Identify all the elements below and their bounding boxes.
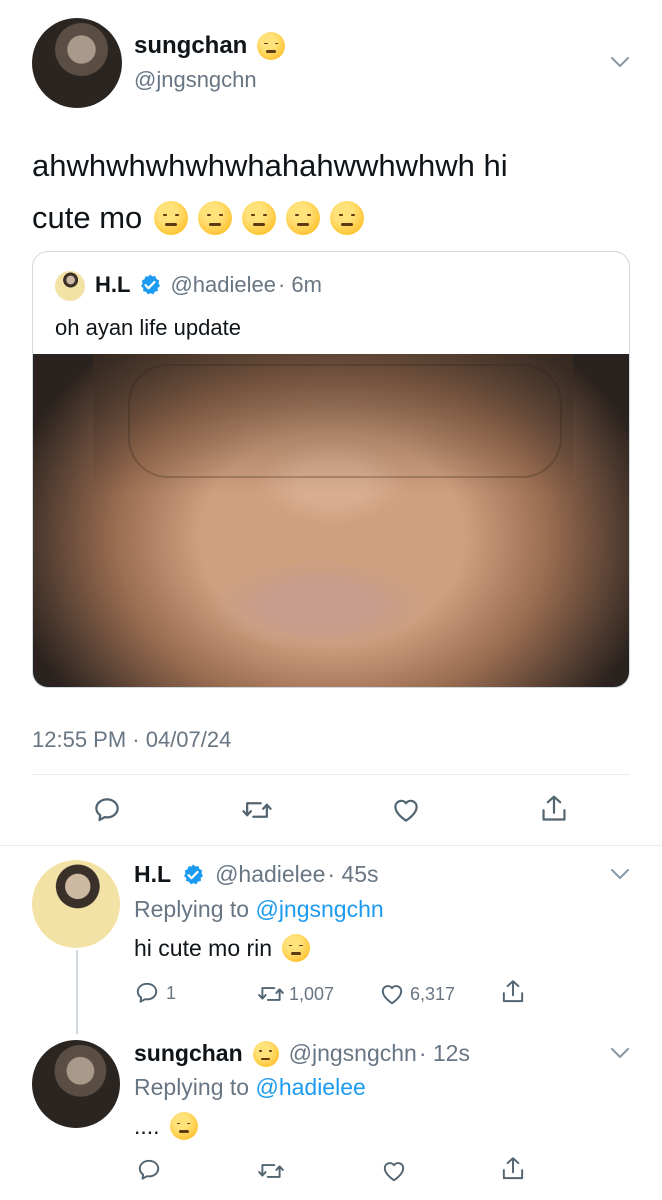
retweet-icon [242, 802, 272, 818]
reply-text-content: hi cute mo rin [134, 934, 273, 961]
replying-to-label: Replying to [134, 896, 250, 922]
reply-button[interactable] [92, 795, 122, 825]
reply-button[interactable] [136, 1157, 162, 1183]
like-button[interactable] [380, 1158, 408, 1184]
tweet-timestamp[interactable]: 12:55 PM · 04/07/24 [32, 727, 231, 753]
share-icon [502, 980, 524, 1003]
verified-badge-icon [184, 864, 204, 884]
tweet-text: ahwhwhwhwhwhahahwwhwhwh hi cute mo [32, 140, 632, 244]
reply-time: · 45s [327, 861, 379, 887]
reply-author-handle[interactable]: @hadielee [215, 861, 325, 888]
pensive-face-emoji [198, 201, 233, 235]
reply-header: sungchan @jngsngchn · 12s [134, 1040, 470, 1067]
reply-header: H.L @hadielee · 45s [134, 861, 379, 888]
retweet-icon [258, 1164, 284, 1178]
reply-icon [95, 798, 119, 822]
reply-count: 1 [166, 982, 177, 1003]
like-icon [381, 985, 403, 1005]
verified-badge-icon [141, 274, 161, 295]
chevron-down-icon[interactable] [611, 1048, 629, 1058]
like-button[interactable] [390, 795, 422, 825]
quote-author-name: H.L [95, 272, 131, 297]
chevron-down-icon[interactable] [611, 869, 629, 879]
yum-face-emoji [252, 1040, 279, 1067]
author-name-row: sungchan [134, 32, 286, 60]
share-icon [502, 1157, 524, 1180]
replying-to-link[interactable]: @hadielee [255, 1074, 365, 1100]
reply-text: hi cute mo rin [134, 934, 311, 962]
pensive-face-emoji [154, 201, 189, 235]
reply-author-name[interactable]: H.L [134, 861, 171, 888]
divider [0, 845, 662, 846]
author-avatar[interactable] [32, 18, 122, 108]
quote-header: H.L @hadielee · 6m [95, 272, 322, 298]
share-button[interactable] [500, 978, 526, 1006]
replying-to: Replying to @jngsngchn [134, 896, 384, 923]
yum-face-emoji [257, 32, 286, 60]
replying-to-label: Replying to [134, 1074, 250, 1100]
reply-button[interactable]: 1 [134, 980, 176, 1006]
like-icon [394, 799, 418, 822]
reply-text-content: .... [134, 1112, 160, 1139]
reply-icon [138, 1159, 160, 1180]
reply-time: · 12s [418, 1040, 470, 1066]
pensive-face-emoji [286, 201, 321, 235]
quoted-tweet-card[interactable]: H.L @hadielee · 6m oh ayan life update [32, 251, 630, 688]
reply-author-avatar[interactable] [32, 860, 120, 948]
replying-to: Replying to @hadielee [134, 1074, 366, 1101]
pensive-face-emoji [242, 201, 277, 235]
reply-text: .... [134, 1112, 198, 1140]
retweet-icon [258, 987, 284, 1001]
like-count: 6,317 [410, 983, 456, 1004]
tweet-text-line-2-text: cute mo [32, 200, 143, 235]
reply-author-name[interactable]: sungchan [134, 1040, 243, 1067]
quote-time: · 6m [277, 272, 322, 297]
share-button[interactable] [500, 1155, 526, 1183]
chevron-down-icon[interactable] [611, 57, 629, 67]
reply-author-handle[interactable]: @jngsngchn [289, 1040, 417, 1067]
like-button[interactable]: 6,317 [378, 981, 455, 1007]
divider [32, 774, 630, 775]
smiling-face-emoji [282, 934, 311, 962]
quote-text: oh ayan life update [55, 315, 241, 340]
share-button[interactable] [539, 793, 569, 825]
retweet-button[interactable] [241, 795, 273, 825]
quote-author-handle: @hadielee [170, 272, 276, 297]
like-icon [383, 1162, 405, 1182]
retweet-count: 1,007 [289, 983, 335, 1004]
retweet-button[interactable]: 1,007 [257, 981, 334, 1007]
author-handle[interactable]: @jngsngchn [134, 67, 257, 93]
thread-connector-line [76, 950, 78, 1034]
reply-icon [136, 982, 158, 1003]
tweet-text-line-1: ahwhwhwhwhwhahahwwhwhwh hi [32, 148, 508, 183]
tweet-text-line-2: cute mo [32, 192, 632, 244]
pensive-face-emoji [330, 201, 365, 235]
replying-to-link[interactable]: @jngsngchn [255, 896, 383, 922]
quoted-tweet-photo[interactable] [33, 354, 629, 687]
author-name[interactable]: sungchan [134, 32, 247, 60]
quote-author-avatar [55, 271, 85, 301]
share-icon [542, 795, 566, 821]
retweet-button[interactable] [257, 1158, 285, 1184]
frowning-face-emoji [169, 1112, 198, 1140]
reply-author-avatar[interactable] [32, 1040, 120, 1128]
